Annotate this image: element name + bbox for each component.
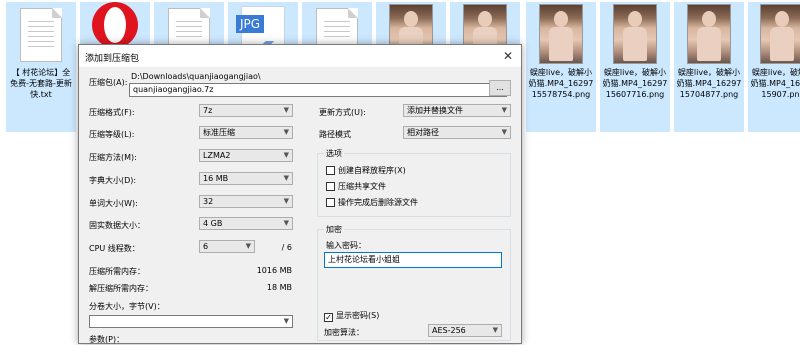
method-label: 压缩方法(M): xyxy=(89,153,137,162)
archive-name-field[interactable]: quanjiaogangjiao.7z xyxy=(129,83,507,97)
cpu-threads-total: / 6 xyxy=(281,243,292,252)
method-value: LZMA2 xyxy=(203,151,231,160)
file-item[interactable]: 蜈座live，破解小奶猫.MP4_1629715907.png xyxy=(748,2,800,132)
parameters-label: 参数(P)： xyxy=(89,335,125,344)
dictionary-value: 16 MB xyxy=(203,174,229,183)
checkbox-icon xyxy=(326,182,335,191)
show-password-label: 显示密码(S) xyxy=(336,311,380,320)
level-select[interactable]: 标准压缩 ▼ xyxy=(199,126,293,139)
chevron-down-icon: ▼ xyxy=(283,128,289,136)
dialog-titlebar: 添加到压缩包 ✕ xyxy=(79,45,521,67)
update-mode-select[interactable]: 添加并替换文件 ▼ xyxy=(403,104,511,117)
checkbox-icon xyxy=(326,166,335,175)
cpu-threads-value: 6 xyxy=(203,242,209,251)
sfx-label: 创建自释放程序(X) xyxy=(338,166,406,175)
add-to-archive-dialog: 添加到压缩包 ✕ 压缩包(A): D:\Downloads\quanjiaoga… xyxy=(78,44,522,344)
close-icon[interactable]: ✕ xyxy=(495,45,521,67)
path-mode-value: 相对路径 xyxy=(407,128,439,137)
jpg-tag: JPG xyxy=(236,15,265,33)
word-size-label: 单词大小(W): xyxy=(89,199,138,208)
solid-block-select[interactable]: 4 GB ▼ xyxy=(199,217,293,230)
word-size-value: 32 xyxy=(203,197,214,206)
file-item[interactable]: 蜈座live，破解小奶猫.MP4_1629715607716.png xyxy=(600,2,670,132)
chevron-down-icon: ▼ xyxy=(283,106,289,114)
file-name: 蜈座live，破解小奶猫.MP4_1629715607716.png xyxy=(602,68,668,99)
options-group: 选项 创建自释放程序(X) 压缩共享文件 操作完成后删除源文件 xyxy=(317,148,511,217)
photo-thumbnail-icon xyxy=(613,4,657,64)
format-value: 7z xyxy=(203,106,213,115)
archive-label: 压缩包(A): xyxy=(89,78,128,87)
memory-decompress-label: 解压缩所需内存： xyxy=(89,284,153,293)
encryption-method-value: AES-256 xyxy=(432,326,466,335)
cpu-threads-label: CPU 线程数： xyxy=(89,244,140,253)
update-mode-label: 更新方式(U): xyxy=(319,108,366,117)
encryption-title: 加密 xyxy=(324,224,344,235)
opera-icon xyxy=(92,2,138,48)
dictionary-select[interactable]: 16 MB ▼ xyxy=(199,172,293,185)
cpu-threads-select[interactable]: 6 ▼ xyxy=(199,240,255,253)
checkbox-icon xyxy=(326,198,335,207)
format-label: 压缩格式(F): xyxy=(89,108,135,117)
show-password-checkbox[interactable]: ✓ 显示密码(S) xyxy=(324,310,379,322)
encryption-method-select[interactable]: AES-256 ▼ xyxy=(428,324,502,337)
memory-compress-value: 1016 MB xyxy=(256,266,292,275)
solid-block-label: 固实数据大小： xyxy=(89,221,145,230)
delete-after-checkbox[interactable]: 操作完成后删除源文件 xyxy=(326,197,418,208)
photo-thumbnail-icon xyxy=(539,4,583,64)
chevron-down-icon: ▼ xyxy=(492,326,498,334)
password-field[interactable]: 上村花论坛看小姐姐 xyxy=(324,252,502,268)
file-name: 蜈座live，破解小奶猫.MP4_1629715907.png xyxy=(750,68,800,99)
password-label: 输入密码： xyxy=(326,241,366,250)
encryption-method-label: 加密算法： xyxy=(324,328,364,337)
chevron-down-icon: ▼ xyxy=(283,317,289,325)
check-icon: ✓ xyxy=(324,313,333,322)
file-name: 【 村花论坛】全免费-无套路-更新快.txt xyxy=(10,68,72,99)
format-select[interactable]: 7z ▼ xyxy=(199,104,293,117)
shared-files-checkbox[interactable]: 压缩共享文件 xyxy=(326,181,386,192)
photo-thumbnail-icon xyxy=(687,4,731,64)
chevron-down-icon: ▼ xyxy=(283,219,289,227)
chevron-down-icon: ▼ xyxy=(283,151,289,159)
shared-files-label: 压缩共享文件 xyxy=(338,182,386,191)
word-size-select[interactable]: 32 ▼ xyxy=(199,195,293,208)
dictionary-label: 字典大小(D): xyxy=(89,176,137,185)
file-item[interactable]: 蜈座live，破解小奶猫.MP4_1629715704877.png xyxy=(674,2,744,132)
delete-after-label: 操作完成后删除源文件 xyxy=(338,198,418,207)
file-item[interactable]: 【 村花论坛】全免费-无套路-更新快.txt xyxy=(6,2,76,132)
path-mode-label: 路径模式 xyxy=(319,130,351,139)
text-document-icon xyxy=(20,8,62,62)
update-mode-value: 添加并替换文件 xyxy=(407,106,463,115)
photo-thumbnail-icon xyxy=(760,4,800,64)
dialog-title: 添加到压缩包 xyxy=(85,54,140,64)
chevron-down-icon: ▼ xyxy=(283,197,289,205)
file-name: 蜈座live，破解小奶猫.MP4_1629715704877.png xyxy=(676,68,742,99)
level-label: 压缩等级(L): xyxy=(89,130,135,139)
level-value: 标准压缩 xyxy=(203,128,235,137)
encryption-group: 加密 输入密码： 上村花论坛看小姐姐 ✓ 显示密码(S) 加密算法： AES-25… xyxy=(317,224,511,341)
chevron-down-icon: ▼ xyxy=(245,242,251,250)
chevron-down-icon: ▼ xyxy=(283,174,289,182)
memory-compress-label: 压缩所需内存： xyxy=(89,267,145,276)
file-name: 蜈座live，破解小奶猫.MP4_1629715578754.png xyxy=(528,68,594,99)
sfx-checkbox[interactable]: 创建自释放程序(X) xyxy=(326,165,406,176)
solid-block-value: 4 GB xyxy=(203,219,223,228)
split-volume-label: 分卷大小，字节(V)： xyxy=(89,302,165,311)
chevron-down-icon: ▼ xyxy=(501,106,507,114)
archive-directory: D:\Downloads\quanjiaogangjiao\ xyxy=(131,72,261,81)
chevron-down-icon: ▼ xyxy=(501,128,507,136)
memory-decompress-value: 18 MB xyxy=(266,283,292,292)
path-mode-select[interactable]: 相对路径 ▼ xyxy=(403,126,511,139)
file-item[interactable]: 蜈座live，破解小奶猫.MP4_1629715578754.png xyxy=(526,2,596,132)
method-select[interactable]: LZMA2 ▼ xyxy=(199,149,293,162)
browse-button[interactable]: ... xyxy=(489,80,511,96)
options-title: 选项 xyxy=(324,148,344,159)
split-volume-select[interactable]: ▼ xyxy=(89,315,293,328)
